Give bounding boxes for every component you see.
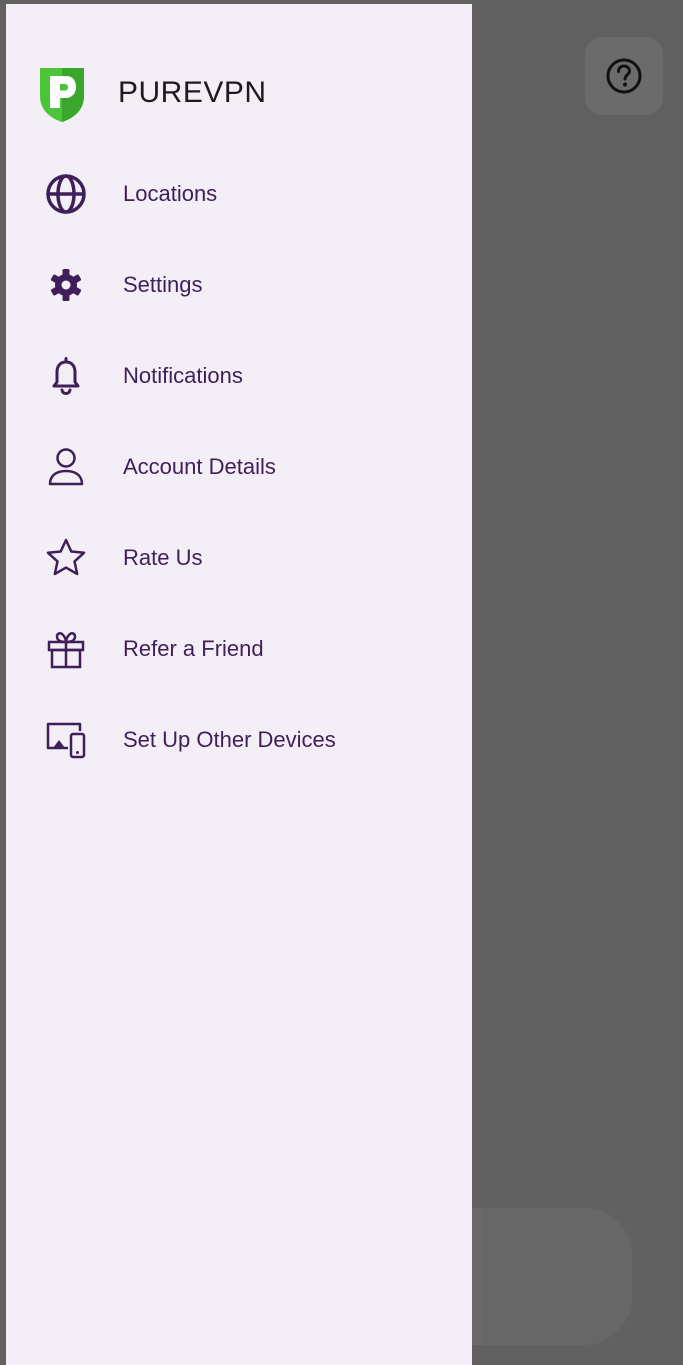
menu-item-label: Locations [123, 180, 218, 206]
menu-item-locations[interactable]: Locations [6, 148, 472, 239]
menu-item-rate-us[interactable]: Rate Us [6, 512, 472, 603]
brand-name: PUREVPN [118, 76, 267, 109]
drawer-header: PUREVPN [36, 60, 267, 126]
drawer-menu: Locations Settings Notifications Account… [6, 148, 472, 785]
star-icon [44, 536, 88, 580]
globe-icon [44, 172, 88, 216]
purevpn-logo-icon [40, 68, 84, 122]
navigation-drawer: PUREVPN Locations Settings Notifications… [6, 4, 472, 1365]
person-icon [44, 445, 88, 489]
gear-icon [44, 263, 88, 307]
menu-item-label: Account Details [123, 453, 276, 479]
menu-item-label: Set Up Other Devices [123, 726, 336, 752]
screen: PUREVPN Locations Settings Notifications… [0, 0, 683, 1365]
bell-icon [44, 354, 88, 398]
menu-item-set-up-other-devices[interactable]: Set Up Other Devices [6, 694, 472, 785]
menu-item-settings[interactable]: Settings [6, 239, 472, 330]
menu-item-label: Refer a Friend [123, 635, 264, 661]
menu-item-label: Settings [123, 271, 203, 297]
background-card [470, 1208, 632, 1345]
help-circle-icon [606, 58, 642, 94]
menu-item-account-details[interactable]: Account Details [6, 421, 472, 512]
menu-item-notifications[interactable]: Notifications [6, 330, 472, 421]
menu-item-refer-a-friend[interactable]: Refer a Friend [6, 603, 472, 694]
gift-icon [44, 627, 88, 671]
devices-icon [44, 718, 88, 762]
menu-item-label: Rate Us [123, 544, 203, 570]
menu-item-label: Notifications [123, 362, 243, 388]
help-button[interactable] [585, 37, 663, 115]
